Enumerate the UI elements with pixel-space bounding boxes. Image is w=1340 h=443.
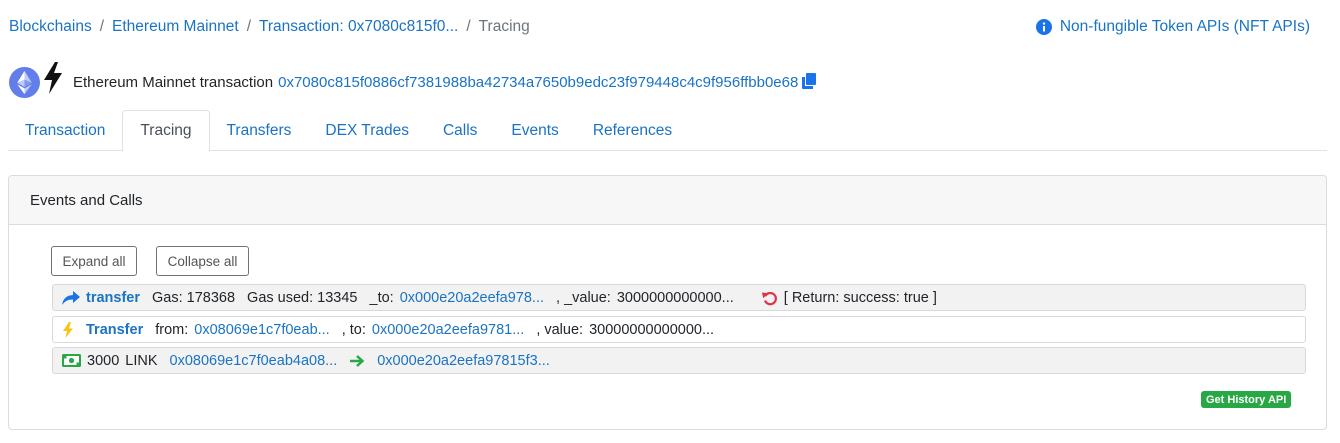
call-gas: Gas: 178368 <box>152 289 236 306</box>
call-row[interactable]: transfer Gas: 178368 Gas used: 13345 _to… <box>52 284 1306 311</box>
lightning-icon <box>62 321 74 338</box>
call-gas-used: Gas used: 13345 <box>247 289 358 306</box>
get-history-api-badge[interactable]: Get History API <box>1201 391 1292 408</box>
transfer-row[interactable]: 3000 LINK 0x08069e1c7f0eab4a08... 0x000e… <box>52 347 1306 374</box>
call-to-address[interactable]: 0x000e20a2eefa978... <box>400 290 544 306</box>
event-to-label: , to: <box>341 321 366 338</box>
event-from-label: from: <box>155 321 189 338</box>
transfer-to-address[interactable]: 0x000e20a2eefa97815f3... <box>377 353 550 369</box>
breadcrumb-separator: / <box>466 18 471 35</box>
tab-transaction[interactable]: Transaction <box>8 110 122 151</box>
call-value: 3000000000000... <box>616 289 734 306</box>
tab-tracing[interactable]: Tracing <box>122 110 210 152</box>
event-value: 30000000000000... <box>589 321 715 338</box>
transaction-title: Ethereum Mainnet transaction 0x7080c815f… <box>9 62 817 102</box>
call-function-name[interactable]: transfer <box>86 290 140 306</box>
copy-icon[interactable] <box>802 73 817 89</box>
event-name[interactable]: Transfer <box>86 322 143 338</box>
breadcrumb-current: Tracing <box>478 18 530 35</box>
ethereum-icon <box>9 66 40 98</box>
collapse-all-button[interactable]: Collapse all <box>156 246 249 276</box>
info-circle-icon <box>1035 19 1052 35</box>
call-to-label: _to: <box>369 289 394 306</box>
breadcrumb-separator: / <box>246 18 251 35</box>
breadcrumb: Blockchains / Ethereum Mainnet / Transac… <box>9 16 530 38</box>
nft-api-link-label[interactable]: Non-fungible Token APIs (NFT APIs) <box>1060 18 1310 36</box>
title-text: Ethereum Mainnet transaction <box>73 73 274 91</box>
undo-icon <box>761 290 778 306</box>
breadcrumb-separator: / <box>99 18 105 35</box>
money-bill-icon <box>62 354 81 367</box>
event-row[interactable]: Transfer from: 0x08069e1c7f0eab... , to:… <box>52 316 1306 343</box>
tab-bar: Transaction Tracing Transfers DEX Trades… <box>8 110 1327 152</box>
nft-api-link[interactable]: Non-fungible Token APIs (NFT APIs) <box>1035 16 1310 38</box>
event-value-label: , value: <box>536 321 584 338</box>
transaction-hash-link[interactable]: 0x7080c815f0886cf7381988ba42734a7650b9ed… <box>278 74 798 91</box>
tab-dex-trades[interactable]: DEX Trades <box>308 110 426 151</box>
call-value-label: , _value: <box>556 289 611 306</box>
events-and-calls-card: Events and Calls Expand all Collapse all… <box>8 175 1327 430</box>
tab-events[interactable]: Events <box>494 110 575 151</box>
event-to-address[interactable]: 0x000e20a2eefa9781... <box>372 322 524 338</box>
card-header: Events and Calls <box>9 176 1326 225</box>
breadcrumb-blockchains[interactable]: Blockchains <box>9 18 92 36</box>
arrow-right-icon <box>349 354 365 368</box>
transfer-amount: 3000 <box>87 352 120 369</box>
call-return: [ Return: success: true ] <box>783 289 937 306</box>
transfer-currency: LINK <box>125 352 158 369</box>
tab-references[interactable]: References <box>576 110 689 151</box>
lightning-bolt-icon <box>44 62 62 94</box>
share-arrow-icon <box>62 290 80 305</box>
tab-calls[interactable]: Calls <box>426 110 494 151</box>
event-from-address[interactable]: 0x08069e1c7f0eab... <box>194 322 329 338</box>
transfer-from-address[interactable]: 0x08069e1c7f0eab4a08... <box>170 353 338 369</box>
expand-all-button[interactable]: Expand all <box>51 246 137 276</box>
tab-transfers[interactable]: Transfers <box>210 110 309 151</box>
breadcrumb-ethereum-mainnet[interactable]: Ethereum Mainnet <box>112 18 239 36</box>
breadcrumb-transaction[interactable]: Transaction: 0x7080c815f0... <box>259 18 458 36</box>
